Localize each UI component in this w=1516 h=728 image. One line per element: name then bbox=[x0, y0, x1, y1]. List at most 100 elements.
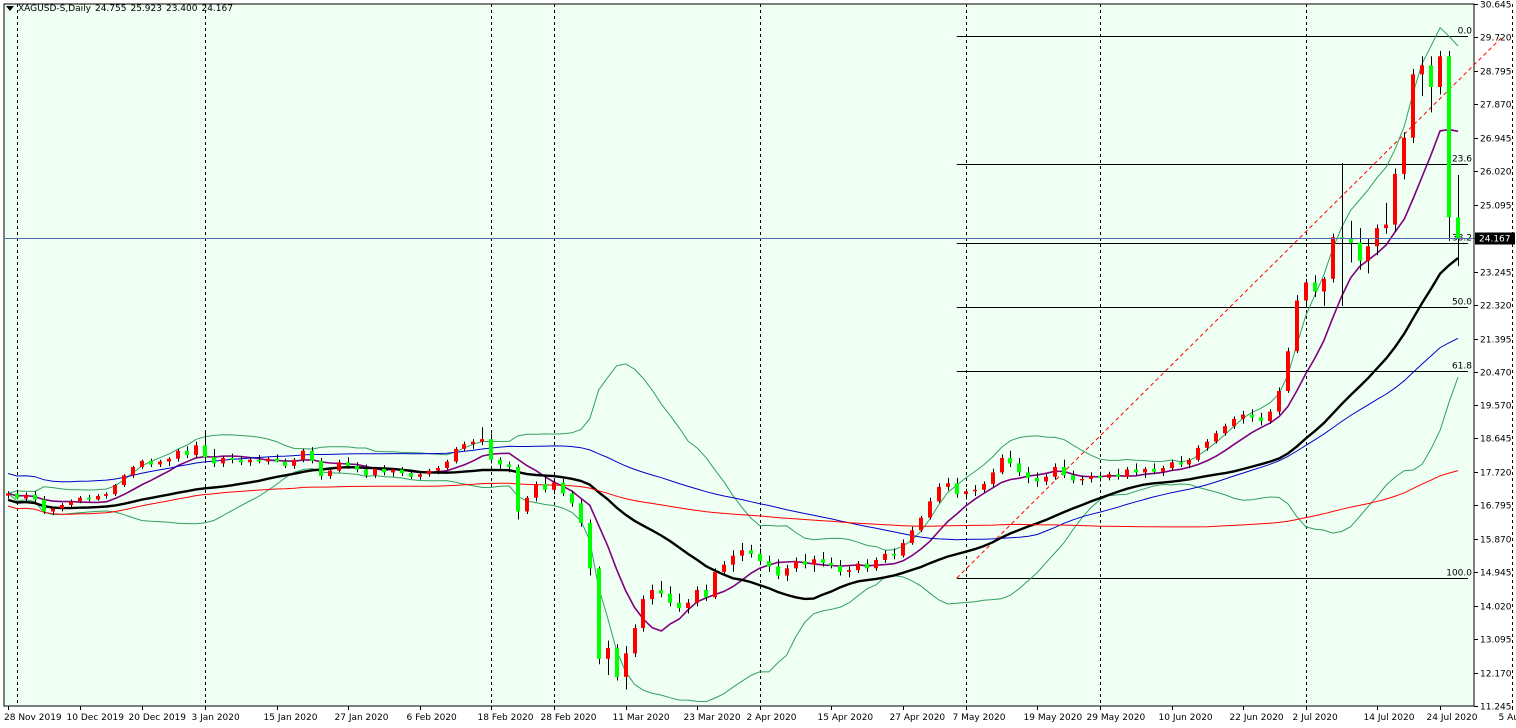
candle bbox=[525, 495, 529, 515]
candle-body bbox=[847, 570, 851, 572]
candle-body bbox=[1071, 475, 1075, 481]
x-axis-tick-label: 2 Jul 2020 bbox=[1293, 713, 1338, 723]
candle-body bbox=[498, 459, 502, 465]
candle-body bbox=[928, 501, 932, 518]
candle-body bbox=[373, 468, 377, 476]
candle-body bbox=[758, 553, 762, 562]
candle bbox=[1411, 68, 1415, 144]
close-value: 24.167 bbox=[201, 4, 233, 14]
candle-body bbox=[1179, 462, 1183, 465]
candle bbox=[579, 499, 583, 527]
plot-area[interactable] bbox=[3, 3, 1475, 707]
candle-body bbox=[1456, 217, 1460, 239]
candle-body bbox=[1000, 457, 1004, 473]
candle bbox=[615, 644, 619, 681]
open-value: 24.755 bbox=[94, 4, 127, 14]
x-axis-tick-label: 27 Jan 2020 bbox=[335, 713, 389, 723]
candle-body bbox=[257, 459, 261, 462]
candle-body bbox=[6, 493, 10, 496]
candle-body bbox=[69, 501, 73, 505]
candle-body bbox=[659, 590, 663, 594]
candle-body bbox=[597, 568, 601, 659]
candle-body bbox=[776, 566, 780, 576]
candle-body bbox=[1349, 239, 1353, 243]
candle-body bbox=[1035, 477, 1039, 482]
candle-body bbox=[1134, 469, 1138, 473]
candle-body bbox=[1161, 468, 1165, 472]
candle-body bbox=[427, 470, 431, 475]
candle-body bbox=[337, 462, 341, 471]
candle-body bbox=[731, 555, 735, 565]
candle-body bbox=[51, 508, 55, 512]
candle-body bbox=[695, 590, 699, 603]
candle-body bbox=[561, 482, 565, 494]
candle-body bbox=[1044, 476, 1048, 482]
candle-body bbox=[507, 464, 511, 467]
candle-body bbox=[1447, 56, 1451, 218]
y-axis-tick-label: 26.945 bbox=[1480, 135, 1512, 145]
candle-body bbox=[973, 489, 977, 492]
candle-body bbox=[471, 441, 475, 445]
candle-body bbox=[355, 465, 359, 470]
candle bbox=[1402, 132, 1406, 180]
y-axis-tick-label: 14.945 bbox=[1480, 569, 1512, 579]
candle-body bbox=[615, 647, 619, 677]
candle-body bbox=[266, 458, 270, 462]
candle-body bbox=[713, 571, 717, 598]
x-axis-tick-label: 19 May 2020 bbox=[1024, 713, 1083, 723]
candle-body bbox=[42, 499, 46, 512]
price-chart[interactable]: 0.023.638.250.061.8100.0 30.64529.72028.… bbox=[0, 0, 1516, 728]
candle-body bbox=[937, 486, 941, 502]
candle-body bbox=[1017, 463, 1021, 473]
candle-body bbox=[704, 590, 708, 598]
candle-body bbox=[239, 459, 243, 463]
candle-body bbox=[158, 461, 162, 465]
candle-body bbox=[1187, 459, 1191, 465]
candle bbox=[1393, 168, 1397, 232]
candle-body bbox=[1268, 411, 1272, 422]
candle bbox=[122, 474, 126, 487]
fib-level-label: 0.0 bbox=[1458, 27, 1473, 37]
candle-body bbox=[1241, 414, 1245, 419]
chart-header: XAGUSD-S,Daily 24.755 25.923 23.400 24.167 bbox=[6, 4, 237, 14]
x-axis-tick-label: 29 May 2020 bbox=[1087, 713, 1146, 723]
y-axis-tick-label: 25.095 bbox=[1480, 202, 1512, 212]
y-axis-tick-label: 11.245 bbox=[1480, 703, 1512, 713]
candle-body bbox=[1089, 476, 1093, 479]
candle-body bbox=[489, 439, 493, 460]
candle-body bbox=[892, 553, 896, 556]
candle-body bbox=[445, 461, 449, 469]
x-axis-tick-label: 20 Dec 2019 bbox=[129, 713, 187, 723]
candle-body bbox=[310, 450, 314, 461]
candle-body bbox=[1125, 469, 1129, 477]
x-axis-tick-label: 28 Nov 2019 bbox=[4, 713, 62, 723]
candle-body bbox=[856, 563, 860, 571]
chart-window[interactable]: 0.0 23.6 38.2 50.0 61.8 100.0 30.645 29.720 28.… bbox=[0, 0, 1516, 728]
y-axis-tick-label: 27.870 bbox=[1480, 101, 1512, 111]
candle-body bbox=[382, 468, 386, 473]
candle bbox=[516, 464, 520, 520]
candle-body bbox=[1358, 242, 1362, 261]
candle-body bbox=[821, 559, 825, 563]
candle-body bbox=[579, 503, 583, 524]
candle-body bbox=[588, 523, 592, 569]
candle-body bbox=[1438, 56, 1442, 88]
chart-menu-icon[interactable] bbox=[6, 6, 14, 11]
candle-body bbox=[803, 561, 807, 565]
candle bbox=[713, 568, 717, 600]
candle-body bbox=[1008, 457, 1012, 464]
candle bbox=[588, 519, 592, 576]
candle-body bbox=[1080, 478, 1084, 481]
candle-body bbox=[391, 469, 395, 473]
candle-body bbox=[740, 550, 744, 556]
x-axis-tick-label: 28 Feb 2020 bbox=[541, 713, 597, 723]
candle-body bbox=[1250, 414, 1254, 418]
candle-body bbox=[1420, 65, 1424, 75]
candle-body bbox=[525, 497, 529, 512]
candle-body bbox=[991, 472, 995, 485]
candle-body bbox=[677, 602, 681, 609]
candle-body bbox=[1304, 282, 1308, 301]
x-axis-tick-label: 3 Jan 2020 bbox=[192, 713, 240, 723]
candle-body bbox=[1331, 237, 1335, 279]
x-axis-tick-label: 18 Feb 2020 bbox=[478, 713, 534, 723]
